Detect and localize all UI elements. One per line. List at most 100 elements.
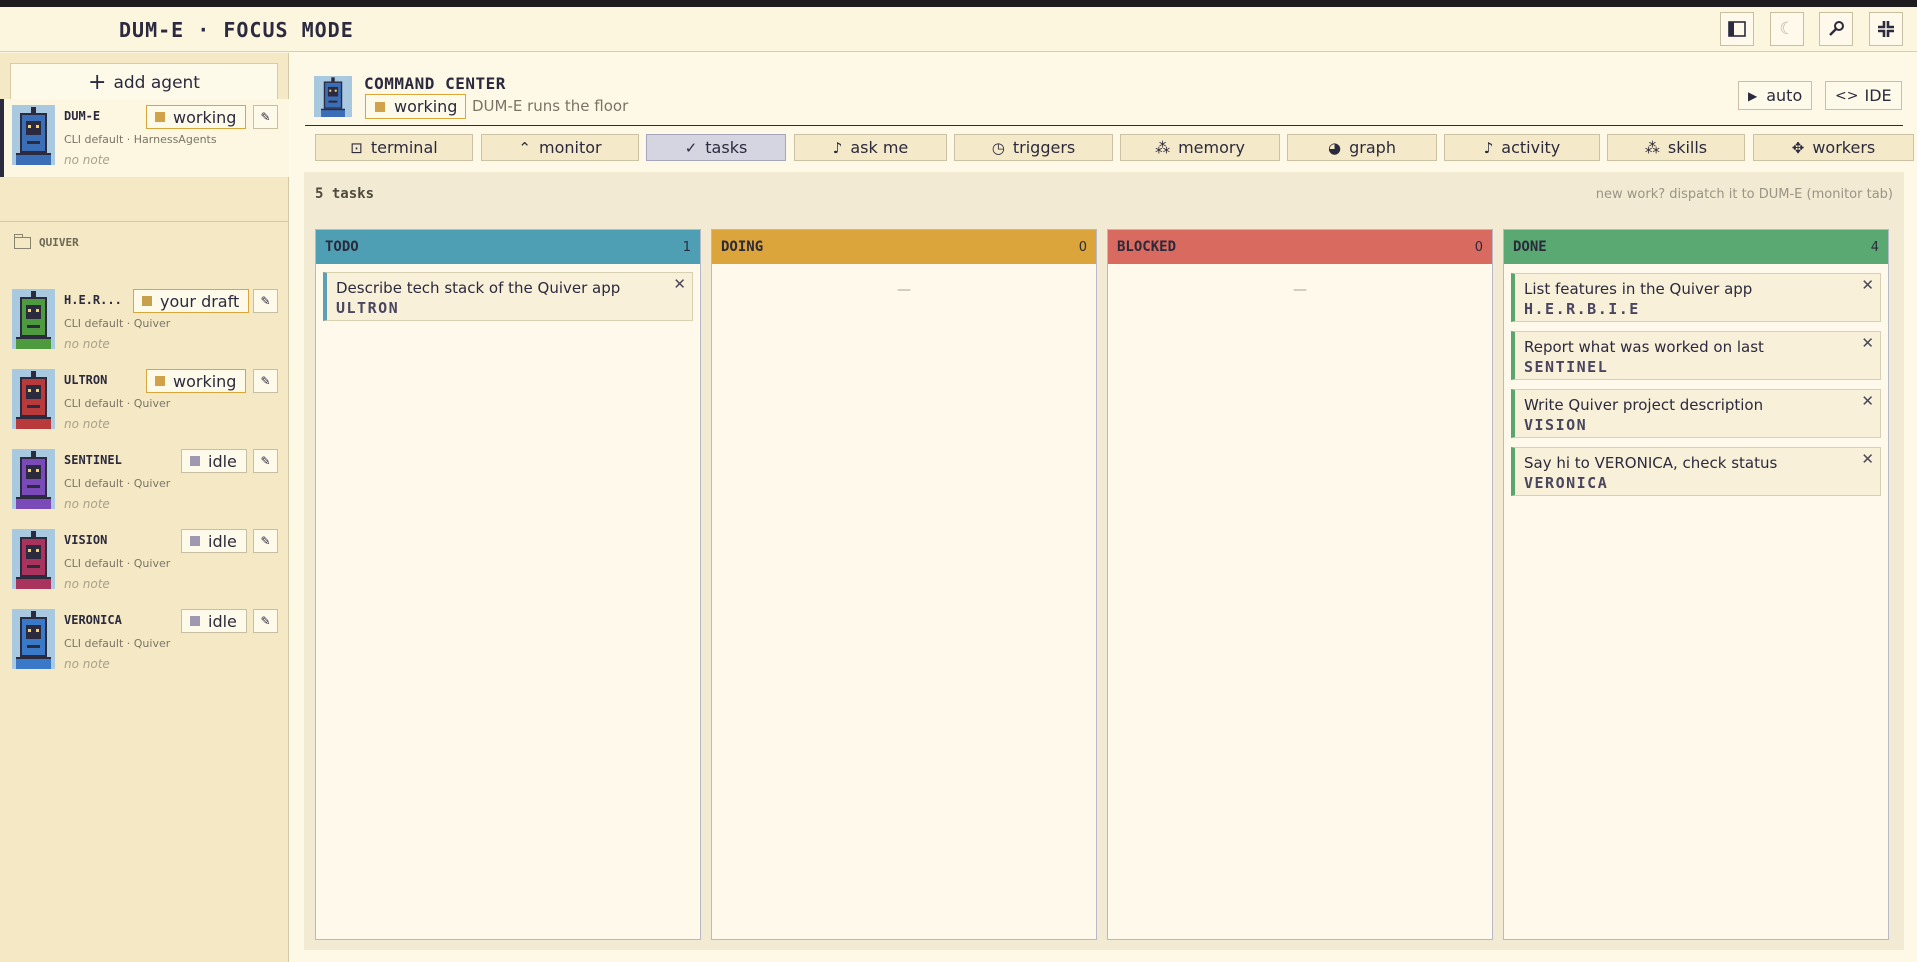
tab-label: tasks bbox=[705, 138, 748, 157]
column-done: DONE 4 List features in the Quiver app H.E.… bbox=[1503, 229, 1889, 940]
agent-meta: CLI default · Quiver bbox=[64, 397, 170, 410]
sidebar-toggle-icon bbox=[1728, 21, 1746, 37]
tab-triggers[interactable]: ◷ triggers bbox=[954, 134, 1113, 161]
close-icon[interactable]: ✕ bbox=[673, 275, 686, 293]
sidebar-agent-2[interactable]: H.E.R... your draft ✎ CLI default · Quiver n… bbox=[0, 283, 289, 361]
agent-status-badge: your draft bbox=[133, 289, 250, 313]
agent-project: Quiver bbox=[133, 317, 171, 330]
agent-cli: CLI default bbox=[64, 637, 124, 650]
edit-agent-button[interactable]: ✎ bbox=[253, 529, 278, 553]
agent-meta: CLI default · HarnessAgents bbox=[64, 133, 217, 146]
auto-button[interactable]: ▶ auto bbox=[1738, 81, 1813, 110]
agent-note: no note bbox=[64, 577, 110, 591]
agent-meta: CLI default · Quiver bbox=[64, 637, 170, 650]
pencil-icon: ✎ bbox=[260, 454, 271, 468]
theme-toggle-button[interactable]: ☾ bbox=[1770, 12, 1804, 46]
column-title: DONE bbox=[1513, 239, 1547, 255]
task-agent: VERONICA bbox=[1524, 474, 1609, 492]
sidebar-agent-3[interactable]: ULTRON working ✎ CLI default · Quiver no not… bbox=[0, 363, 289, 441]
sidebar-toggle-button[interactable] bbox=[1720, 12, 1754, 46]
task-card[interactable]: Report what was worked on last SENTINEL ✕ bbox=[1511, 331, 1881, 380]
tab-monitor[interactable]: ⌃ monitor bbox=[481, 134, 639, 161]
ide-button[interactable]: <> IDE bbox=[1825, 81, 1902, 110]
close-icon[interactable]: ✕ bbox=[1861, 392, 1874, 410]
wrench-icon bbox=[1829, 21, 1844, 36]
edit-agent-button[interactable]: ✎ bbox=[253, 289, 278, 313]
agent-meta: CLI default · Quiver bbox=[64, 477, 170, 490]
sidebar-agent-6[interactable]: VERONICA idle ✎ CLI default · Quiver no note bbox=[0, 603, 289, 681]
add-agent-button[interactable]: + add agent bbox=[10, 63, 278, 102]
task-card[interactable]: Describe tech stack of the Quiver app ULT… bbox=[323, 272, 693, 321]
task-text: Describe tech stack of the Quiver app bbox=[336, 279, 621, 297]
column-blocked: BLOCKED 0 — bbox=[1107, 229, 1493, 940]
folder-icon bbox=[14, 233, 31, 249]
status-dot-icon bbox=[190, 536, 200, 546]
tab-ask-me[interactable]: ♪ ask me bbox=[794, 134, 947, 161]
tasks-board: 5 tasks new work? dispatch it to DUM-E (… bbox=[304, 172, 1904, 950]
play-icon: ▶ bbox=[1748, 88, 1758, 103]
task-card[interactable]: Say hi to VERONICA, check status VERONICA… bbox=[1511, 447, 1881, 496]
agent-name: DUM-E bbox=[64, 109, 101, 123]
task-card[interactable]: List features in the Quiver app H.E.R.B.I… bbox=[1511, 273, 1881, 322]
edit-agent-button[interactable]: ✎ bbox=[253, 105, 278, 129]
task-agent: VISION bbox=[1524, 416, 1588, 434]
tab-label: graph bbox=[1349, 138, 1396, 157]
close-icon[interactable]: ✕ bbox=[1861, 276, 1874, 294]
tab-label: activity bbox=[1501, 138, 1561, 157]
agent-name: VERONICA bbox=[64, 613, 122, 627]
window-top-strip bbox=[0, 0, 1917, 7]
pencil-icon: ✎ bbox=[260, 534, 271, 548]
task-card[interactable]: Write Quiver project description VISION ✕ bbox=[1511, 389, 1881, 438]
tab-terminal[interactable]: ⊡ terminal bbox=[315, 134, 473, 161]
meta-separator: · bbox=[126, 637, 131, 650]
sidebar-agent-4[interactable]: SENTINEL idle ✎ CLI default · Quiver no note bbox=[0, 443, 289, 521]
group-label: QUIVER bbox=[39, 236, 79, 249]
edit-agent-button[interactable]: ✎ bbox=[253, 449, 278, 473]
column-header: DONE 4 bbox=[1504, 230, 1888, 264]
edit-agent-button[interactable]: ✎ bbox=[253, 609, 278, 633]
tab-label: skills bbox=[1667, 138, 1708, 157]
tab-label: triggers bbox=[1012, 138, 1076, 157]
agent-status-label: idle bbox=[208, 611, 237, 631]
app-title: DUM-E · FOCUS MODE bbox=[119, 18, 354, 42]
group-header-quiver[interactable]: QUIVER bbox=[14, 233, 79, 249]
close-icon[interactable]: ✕ bbox=[1861, 334, 1874, 352]
tab-activity[interactable]: ♪ activity bbox=[1444, 134, 1600, 161]
agent-cli: CLI default bbox=[64, 397, 124, 410]
tab-memory[interactable]: ⁂ memory bbox=[1120, 134, 1280, 161]
status-badge: working bbox=[365, 94, 467, 119]
tab-icon: ◕ bbox=[1328, 138, 1342, 157]
task-agent: ULTRON bbox=[336, 299, 400, 317]
meta-separator: · bbox=[126, 477, 131, 490]
tab-label: monitor bbox=[538, 138, 602, 157]
plus-icon: + bbox=[88, 69, 107, 95]
settings-button[interactable] bbox=[1819, 12, 1853, 46]
status-dot-icon bbox=[155, 112, 165, 122]
meta-separator: · bbox=[126, 133, 131, 146]
agent-status-badge: idle bbox=[181, 449, 247, 473]
agent-status-badge: idle bbox=[181, 529, 247, 553]
close-icon[interactable]: ✕ bbox=[1861, 450, 1874, 468]
column-title: DOING bbox=[721, 239, 764, 255]
agent-status-badge: idle bbox=[181, 609, 247, 633]
tab-workers[interactable]: ✥ workers bbox=[1753, 134, 1914, 161]
agent-meta: CLI default · Quiver bbox=[64, 557, 170, 570]
focus-mode-button[interactable] bbox=[1869, 12, 1903, 46]
tab-tasks[interactable]: ✓ tasks bbox=[646, 134, 786, 161]
meta-separator: · bbox=[126, 557, 131, 570]
column-count: 1 bbox=[682, 239, 691, 255]
tab-icon: ✓ bbox=[684, 138, 698, 157]
sidebar-agent-1[interactable]: DUM-E working ✎ CLI default · HarnessAgents… bbox=[0, 99, 289, 177]
agent-note: no note bbox=[64, 417, 110, 431]
status-dot-icon bbox=[375, 101, 385, 112]
tab-graph[interactable]: ◕ graph bbox=[1287, 134, 1437, 161]
header-divider bbox=[305, 125, 1903, 126]
edit-agent-button[interactable]: ✎ bbox=[253, 369, 278, 393]
pencil-icon: ✎ bbox=[260, 614, 271, 628]
tab-skills[interactable]: ⁂ skills bbox=[1607, 134, 1745, 161]
agent-project: Quiver bbox=[133, 557, 171, 570]
sidebar-agent-5[interactable]: VISION idle ✎ CLI default · Quiver no note bbox=[0, 523, 289, 601]
tab-label: memory bbox=[1178, 138, 1245, 157]
status-dot-icon bbox=[142, 296, 152, 306]
task-agent: H.E.R.B.I.E bbox=[1524, 300, 1640, 318]
